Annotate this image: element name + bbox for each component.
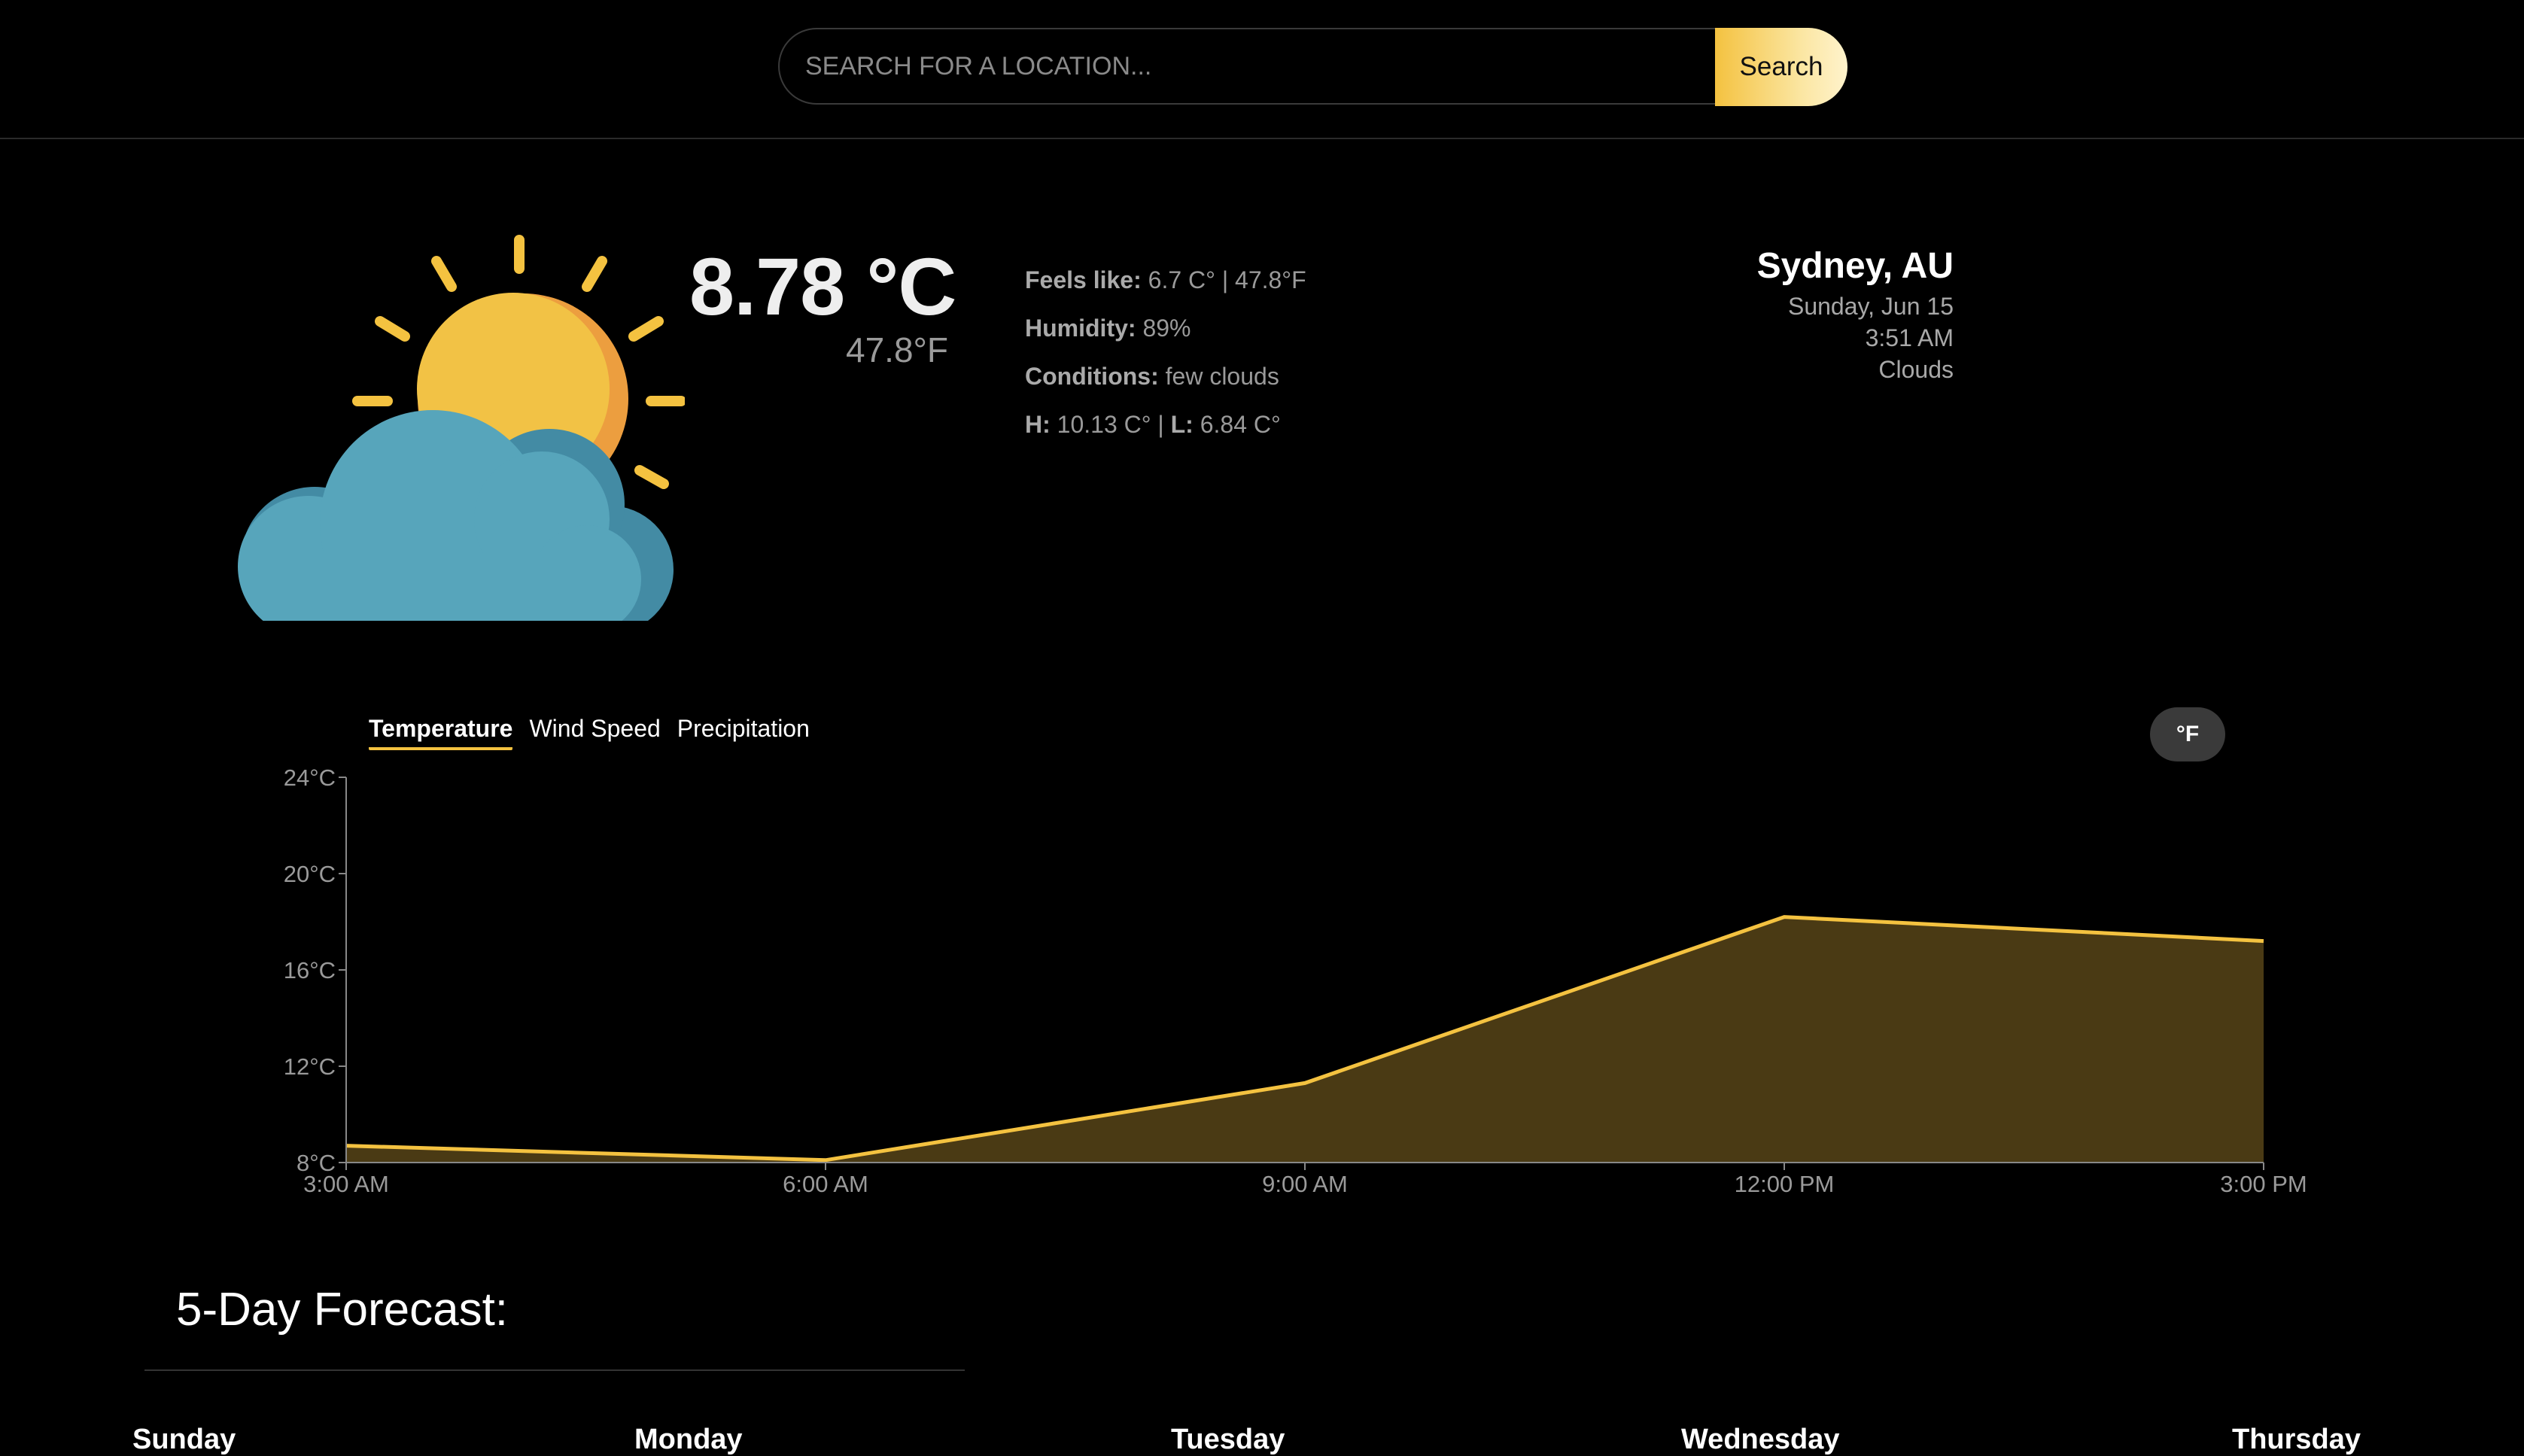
- high-label: H:: [1025, 411, 1051, 438]
- forecast-day-thursday: Thursday: [2232, 1424, 2361, 1456]
- low-value: 6.84 C°: [1194, 411, 1281, 438]
- chart-x-tick-label: 12:00 PM: [1735, 1171, 1835, 1197]
- chart-y-tick-label: 24°C: [284, 764, 336, 791]
- feels-like-value: 6.7 C° | 47.8°F: [1142, 266, 1306, 293]
- chart-area-fill: [346, 917, 2264, 1163]
- chart-x-tick-label: 3:00 AM: [303, 1171, 389, 1197]
- location-time: 3:51 AM: [1757, 322, 1954, 354]
- search-input[interactable]: [778, 28, 1715, 105]
- search-button[interactable]: Search: [1715, 28, 1847, 106]
- temperature-chart: 8°C12°C16°C20°C24°C3:00 AM6:00 AM9:00 AM…: [0, 752, 2524, 1219]
- chart-x-tick-label: 6:00 AM: [783, 1171, 868, 1197]
- conditions-row: Conditions: few clouds: [1025, 352, 1306, 400]
- feels-like-label: Feels like:: [1025, 266, 1142, 293]
- forecast-day-tuesday: Tuesday: [1171, 1424, 1285, 1456]
- tab-wind-speed[interactable]: Wind Speed: [529, 715, 660, 750]
- forecast-day-sunday: Sunday: [132, 1424, 236, 1456]
- high-low-row: H: 10.13 C° | L: 6.84 C°: [1025, 400, 1306, 448]
- location-condition: Clouds: [1757, 354, 1954, 385]
- location-city: Sydney, AU: [1757, 242, 1954, 290]
- search-bar: Search: [778, 28, 1847, 108]
- humidity-value: 89%: [1136, 315, 1191, 342]
- location-date: Sunday, Jun 15: [1757, 290, 1954, 322]
- chart-y-tick-label: 12°C: [284, 1053, 336, 1080]
- weather-details: Feels like: 6.7 C° | 47.8°F Humidity: 89…: [1025, 256, 1306, 448]
- conditions-value: few clouds: [1159, 363, 1279, 390]
- top-bar: Search: [0, 0, 2524, 139]
- forecast-divider: [144, 1369, 965, 1371]
- chart-x-tick-label: 3:00 PM: [2220, 1171, 2307, 1197]
- low-label: L:: [1171, 411, 1194, 438]
- chart-x-tick-label: 9:00 AM: [1262, 1171, 1348, 1197]
- chart-y-tick-label: 16°C: [284, 957, 336, 983]
- feels-like-row: Feels like: 6.7 C° | 47.8°F: [1025, 256, 1306, 304]
- tab-precipitation[interactable]: Precipitation: [677, 715, 810, 750]
- forecast-day-wednesday: Wednesday: [1681, 1424, 1839, 1456]
- current-temperature-fahrenheit: 47.8°F: [846, 330, 948, 370]
- forecast-day-monday: Monday: [634, 1424, 743, 1456]
- chart-tabs: Temperature Wind Speed Precipitation: [369, 715, 810, 750]
- chart-y-tick-label: 20°C: [284, 861, 336, 887]
- conditions-label: Conditions:: [1025, 363, 1159, 390]
- humidity-label: Humidity:: [1025, 315, 1136, 342]
- partly-cloudy-icon: [233, 229, 685, 621]
- humidity-row: Humidity: 89%: [1025, 304, 1306, 352]
- high-value: 10.13 C° |: [1051, 411, 1171, 438]
- forecast-title: 5-Day Forecast:: [176, 1283, 508, 1336]
- location-panel: Sydney, AU Sunday, Jun 15 3:51 AM Clouds: [1757, 242, 1954, 385]
- current-temperature-celsius: 8.78 °C: [689, 239, 956, 333]
- tab-temperature[interactable]: Temperature: [369, 715, 512, 750]
